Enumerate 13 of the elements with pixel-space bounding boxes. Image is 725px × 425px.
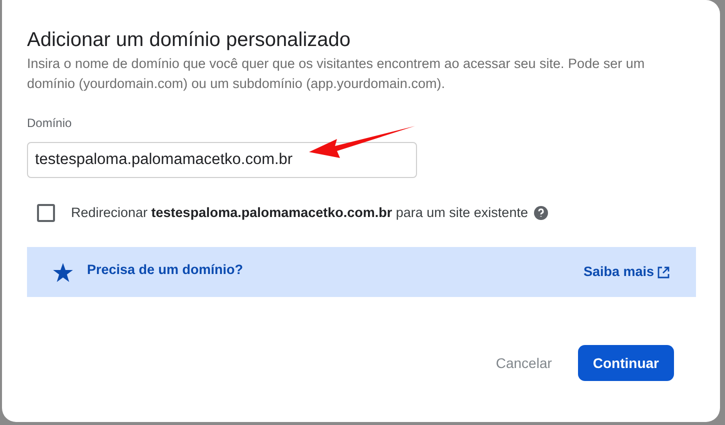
dialog-title: Adicionar um domínio personalizado [27,28,352,53]
banner-text: Precisa de um domínio? [87,261,244,280]
field-label: Domínio [27,115,72,132]
redirect-checkbox[interactable] [37,204,55,222]
learn-more-link[interactable]: Saiba mais [583,262,670,282]
help-icon[interactable] [534,206,548,220]
domain-input-field[interactable]: testespaloma.palomamacetko.com.br [27,142,417,178]
external-link-icon [657,266,670,279]
continue-button[interactable]: Continuar [578,345,674,382]
redirect-label: Redirecionar testespaloma.palomamacetko.com.br para um site existente [71,204,528,222]
dialog-description: Insira o nome de domínio que você quer que os visitantes encontrem ao acessar seu site. Pode ser um domínio (yourdomain.com) ou um subdomínio (app.yourdomain.com). [27,55,646,93]
cancel-button[interactable]: Cancelar [496,345,552,382]
star-icon [53,262,73,282]
